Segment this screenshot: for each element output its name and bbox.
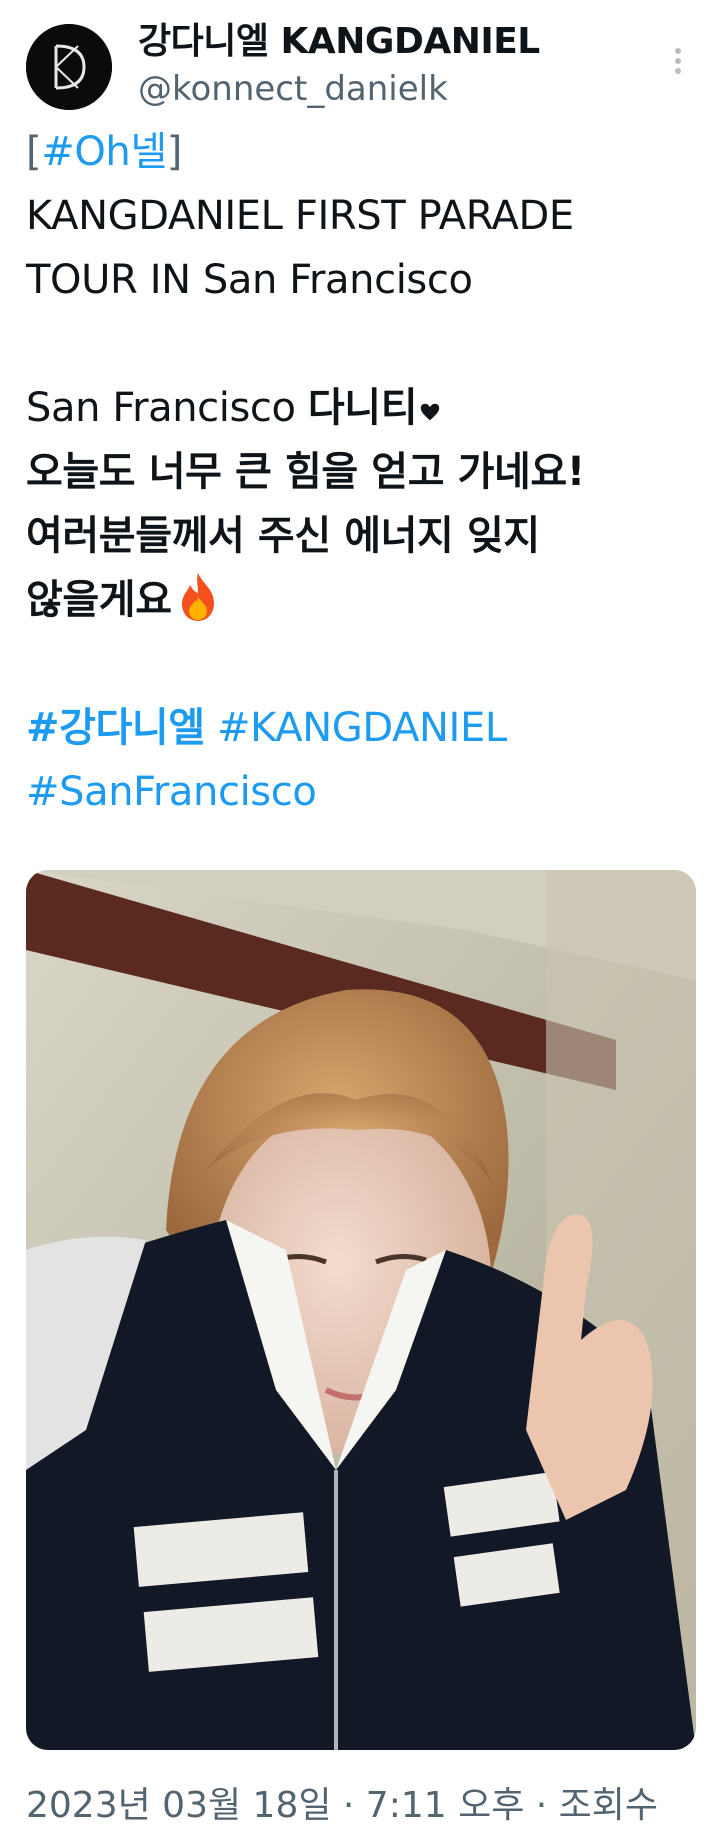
hashtag-kangdaniel-en[interactable]: #KANGDANIEL xyxy=(217,705,507,751)
more-vertical-icon xyxy=(675,48,681,54)
bracket-open: [ xyxy=(26,129,42,175)
author-info: 강다니엘 KANGDANIEL @konnect_danielk xyxy=(138,18,540,112)
tweet-message-line4: 않을게요 xyxy=(26,568,706,632)
message-line4-text: 않을게요 xyxy=(26,577,172,623)
tweet-line-hashtag: [#Oh넬] xyxy=(26,120,706,184)
tweet-title-line1: KANGDANIEL FIRST PARADE xyxy=(26,193,574,239)
tweet-photo[interactable] xyxy=(26,870,696,1750)
tweet-hashtags-line2: #SanFrancisco xyxy=(26,760,706,824)
heart-icon xyxy=(420,403,440,421)
hashtag-sanfrancisco[interactable]: #SanFrancisco xyxy=(26,769,317,815)
tweet-timestamp[interactable]: 2023년 03월 18일 · 7:11 오후 · 조회수 xyxy=(26,1782,658,1830)
avatar[interactable] xyxy=(26,24,112,110)
tweet-message-line2: 오늘도 너무 큰 힘을 얻고 가네요! xyxy=(26,449,585,495)
fire-icon xyxy=(181,573,214,621)
tweet-header: 강다니엘 KANGDANIEL @konnect_danielk xyxy=(26,18,694,118)
message-line1-en: San Francisco xyxy=(26,385,308,431)
hashtag-kangdaniel-kr[interactable]: #강다니엘 xyxy=(26,705,205,751)
message-line1-kr: 다니티 xyxy=(307,385,418,431)
selfie-photo xyxy=(26,870,696,1750)
kd-logo-icon xyxy=(26,24,112,110)
author-display-name[interactable]: 강다니엘 KANGDANIEL xyxy=(138,18,540,66)
bracket-close: ] xyxy=(166,129,183,175)
author-handle[interactable]: @konnect_danielk xyxy=(138,66,540,112)
more-dot xyxy=(675,58,681,64)
more-dot xyxy=(675,68,681,74)
tweet-message-line3: 여러분들께서 주신 에너지 잊지 xyxy=(26,513,540,559)
more-options-button[interactable] xyxy=(666,44,690,84)
tweet-body: [#Oh넬] KANGDANIEL FIRST PARADE TOUR IN S… xyxy=(26,120,706,824)
tweet-title-line2: TOUR IN San Francisco xyxy=(26,257,473,303)
hashtag-oh[interactable]: #Oh넬 xyxy=(41,129,167,175)
tweet-hashtags-line1: #강다니엘 #KANGDANIEL xyxy=(26,696,706,760)
tweet-message-line1: San Francisco 다니티 xyxy=(26,376,706,440)
